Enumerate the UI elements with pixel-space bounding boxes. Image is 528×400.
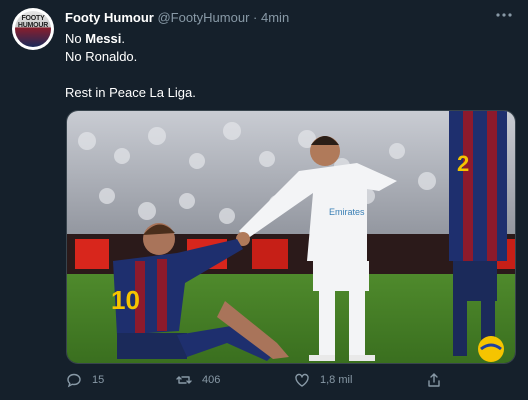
- like-button[interactable]: 1,8 mil: [294, 372, 352, 388]
- avatar-logo-text: FOOTY HUMOUR: [17, 15, 49, 29]
- tweet-text: No Messi. No Ronaldo. Rest in Peace La L…: [65, 30, 196, 102]
- tweet-line1-suffix: .: [121, 31, 125, 46]
- tweet-line2: No Ronaldo.: [65, 49, 138, 64]
- retweet-button[interactable]: 406: [176, 372, 220, 388]
- tweet-photo[interactable]: Emirates 10 2: [66, 110, 516, 364]
- left-player-number: 10: [111, 285, 140, 315]
- retweet-count: 406: [202, 374, 221, 386]
- reply-count: 15: [92, 374, 105, 386]
- like-count: 1,8 mil: [320, 374, 353, 386]
- reply-icon: [67, 373, 81, 388]
- share-icon: [428, 373, 440, 387]
- separator: ·: [253, 10, 258, 25]
- tweet-time[interactable]: 4min: [261, 10, 289, 25]
- tweet-line1-prefix: No: [65, 31, 86, 46]
- tweet-actions: 15 406 1,8 mil: [66, 368, 514, 396]
- author-name[interactable]: Footy Humour: [65, 10, 154, 25]
- retweet-icon: [176, 376, 192, 384]
- tweet-line1-bold: Messi: [85, 31, 122, 46]
- shirt-sponsor: Emirates: [329, 207, 365, 217]
- tweet-line3: Rest in Peace La Liga.: [65, 85, 196, 100]
- reply-button[interactable]: 15: [66, 372, 104, 388]
- more-options-icon[interactable]: [494, 8, 514, 22]
- heart-icon: [295, 373, 309, 387]
- tweet-header: Footy Humour @FootyHumour · 4min: [65, 10, 289, 25]
- author-handle[interactable]: @FootyHumour: [157, 10, 249, 25]
- avatar[interactable]: FOOTY HUMOUR: [12, 8, 54, 50]
- share-button[interactable]: [426, 372, 442, 388]
- right-player-number: 2: [457, 151, 469, 176]
